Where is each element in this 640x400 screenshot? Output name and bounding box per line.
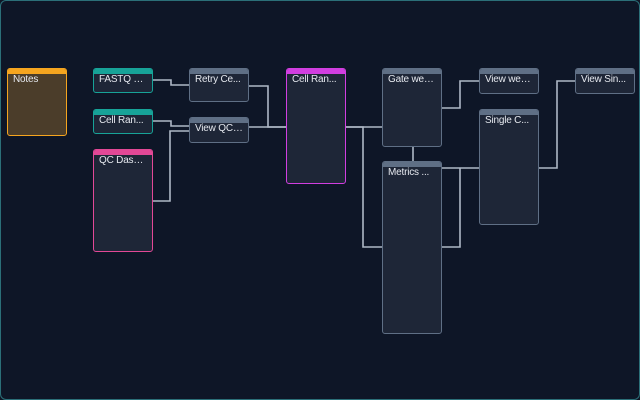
wire-qcdash-viewqc (153, 130, 189, 202)
wire-gate-viewweb (441, 80, 479, 109)
wire-cellran-metrics (346, 126, 382, 248)
wire-single-viewsin (539, 80, 575, 169)
workflow-canvas[interactable]: Notes FASTQ Di... Cell Ran... QC Dashb..… (0, 0, 640, 400)
node-gate-web[interactable]: Gate web... (382, 68, 442, 147)
node-single-title: Single C... (485, 115, 529, 126)
node-cellran1-title: Cell Ran... (99, 115, 144, 126)
node-view-qc[interactable]: View QC ... (189, 117, 249, 143)
node-viewqc-title: View QC ... (195, 123, 243, 134)
node-qc-dashboard[interactable]: QC Dashb... (93, 149, 153, 252)
node-metrics[interactable]: Metrics ... (382, 161, 442, 334)
node-view-web[interactable]: View web... (479, 68, 539, 94)
node-metrics-title: Metrics ... (388, 167, 430, 178)
node-gate-title: Gate web... (388, 74, 436, 85)
wire-cellran-viewqc (153, 120, 189, 127)
node-fastq-download[interactable]: FASTQ Di... (93, 68, 153, 93)
node-cell-ranger-magenta[interactable]: Cell Ran... (286, 68, 346, 184)
node-cellran2-title: Cell Ran... (292, 74, 337, 85)
node-notes[interactable]: Notes (7, 68, 67, 136)
wire-retry-cellran (249, 85, 287, 128)
node-retry-title: Retry Ce... (195, 74, 241, 85)
node-fastq-title: FASTQ Di... (99, 74, 147, 85)
node-viewweb-title: View web... (485, 74, 533, 85)
node-qcdash-title: QC Dashb... (99, 155, 147, 166)
node-viewsin-title: View Sin... (581, 74, 626, 85)
node-view-single[interactable]: View Sin... (575, 68, 635, 94)
node-cell-ranger-teal[interactable]: Cell Ran... (93, 109, 153, 134)
node-retry-cell-ranger[interactable]: Retry Ce... (189, 68, 249, 102)
wire-metrics-single-2 (441, 168, 461, 248)
node-notes-title: Notes (13, 74, 39, 85)
node-single-cell[interactable]: Single C... (479, 109, 539, 225)
wire-fastq-retry (153, 79, 189, 86)
